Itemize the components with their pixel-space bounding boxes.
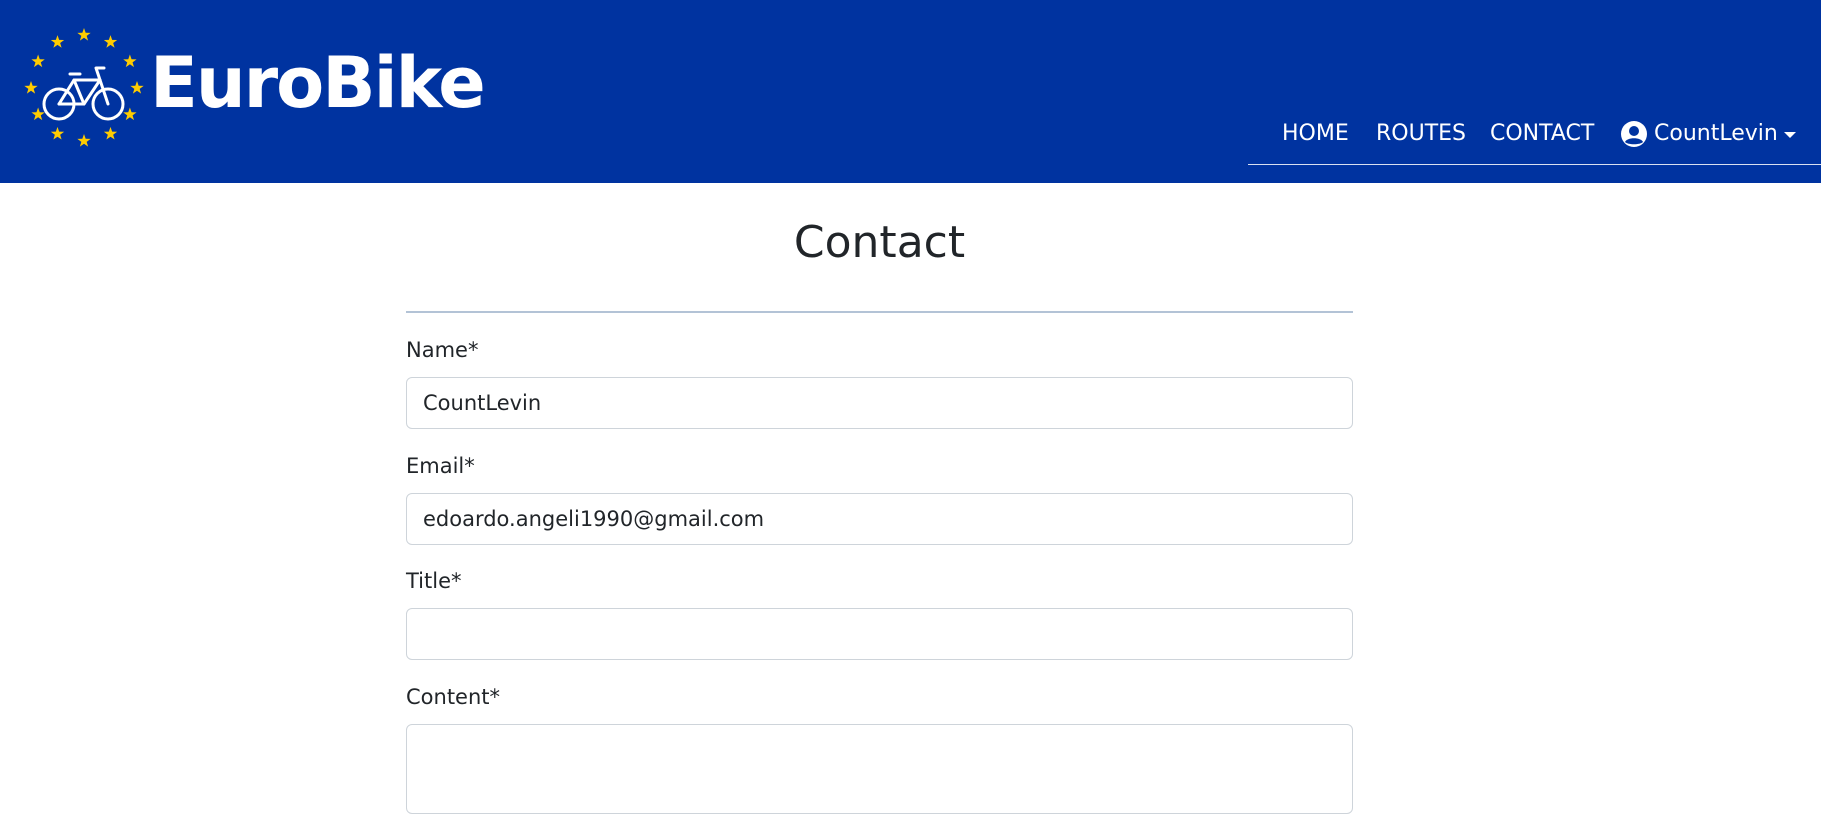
- email-label: Email*: [406, 454, 475, 478]
- user-menu-dropdown[interactable]: CountLevin: [1620, 120, 1796, 148]
- title-label: Title*: [406, 569, 462, 593]
- main-nav: HOME ROUTES CONTACT CountLevin: [1248, 114, 1821, 165]
- star-icon: [50, 35, 65, 48]
- user-name-label: CountLevin: [1654, 121, 1778, 146]
- nav-routes-link[interactable]: ROUTES: [1376, 120, 1466, 148]
- page-title: Contact: [793, 217, 966, 268]
- nav-contact-link[interactable]: CONTACT: [1490, 120, 1594, 148]
- site-header: EuroBike HOME ROUTES CONTACT CountLevin: [0, 0, 1821, 183]
- title-divider: [406, 311, 1353, 313]
- user-circle-icon: [1621, 121, 1647, 147]
- content-label: Content*: [406, 685, 501, 709]
- chevron-down-icon: [1783, 132, 1796, 138]
- eu-stars-bicycle-logo-icon: [24, 28, 144, 147]
- star-icon: [24, 81, 38, 94]
- star-icon: [77, 134, 91, 147]
- star-icon: [77, 28, 91, 41]
- star-icon: [31, 54, 45, 68]
- star-icon: [123, 54, 137, 68]
- star-icon: [103, 126, 118, 140]
- title-field[interactable]: [406, 608, 1353, 660]
- star-icon: [130, 81, 144, 94]
- star-icon: [123, 107, 137, 121]
- email-field[interactable]: [406, 493, 1353, 545]
- nav-home-link[interactable]: HOME: [1282, 120, 1349, 148]
- name-label: Name*: [406, 338, 479, 362]
- star-icon: [31, 107, 45, 121]
- star-icon: [103, 35, 118, 48]
- star-icon: [50, 126, 65, 140]
- name-field[interactable]: [406, 377, 1353, 429]
- brand-name: EuroBike: [150, 42, 486, 124]
